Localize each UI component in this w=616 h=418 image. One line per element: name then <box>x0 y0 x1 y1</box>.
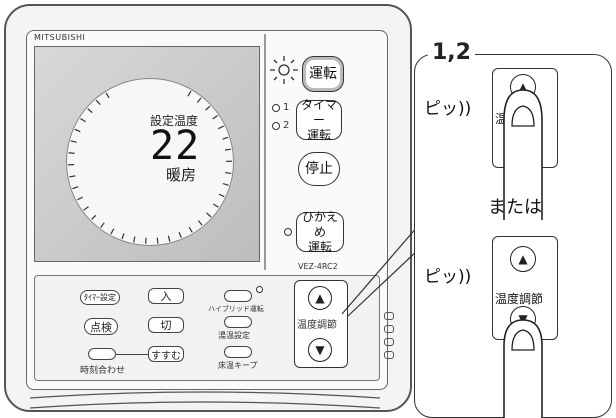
dial-tick <box>205 105 211 111</box>
dial-tick <box>224 148 232 151</box>
dial-tick <box>197 220 203 226</box>
dial-tick <box>187 90 192 97</box>
callout-up-button-2: ▲ <box>510 246 536 272</box>
model-label: VEZ-4RC2 <box>298 262 338 271</box>
stop-button[interactable]: 停止 <box>298 152 340 186</box>
water-temp-button[interactable] <box>224 316 252 328</box>
timer-led-2 <box>272 122 280 130</box>
clock-set-label: 時刻合わせ <box>80 366 126 376</box>
clock-connector-line <box>116 354 148 356</box>
off-button-label: 切 <box>160 319 172 332</box>
dial-tick <box>72 186 79 190</box>
finger-bottom-icon <box>503 319 543 418</box>
dial-tick <box>70 140 77 143</box>
beep-text-top: ピッ)) <box>424 99 472 119</box>
dial-tick <box>105 92 110 99</box>
timer-set-label: ﾀｲﾏｰ設定 <box>84 293 116 302</box>
dial-tick <box>83 206 89 211</box>
run-button[interactable]: 運転 <box>302 56 344 92</box>
dial-tick <box>196 97 202 103</box>
advance-button[interactable]: すすむ <box>148 346 184 362</box>
dial-tick <box>222 183 229 186</box>
dial-tick <box>80 118 86 123</box>
run-button-label: 運転 <box>309 66 337 82</box>
callout-pointer-lines <box>341 225 419 317</box>
callout-up-arrow-icon-2: ▲ <box>518 252 528 266</box>
temp-up-button[interactable]: ▲ <box>308 286 332 310</box>
timer-led-1-label: 1 <box>283 102 290 113</box>
dial-tick <box>121 233 125 240</box>
hybrid-run-label: ハイブリッド運転 <box>208 305 264 313</box>
inspect-button[interactable]: 点検 <box>84 318 118 335</box>
dial-tick <box>69 175 76 178</box>
temp-down-button[interactable]: ▼ <box>308 338 332 362</box>
mode-label: 暖房 <box>166 166 197 184</box>
dial-tick <box>218 125 224 130</box>
eco-led <box>284 228 292 236</box>
timer-run-label-1: タイマー <box>300 97 337 127</box>
dial-tick <box>206 212 212 218</box>
dial-tick <box>76 196 83 201</box>
floor-keep-button[interactable] <box>224 346 252 358</box>
off-button[interactable]: 切 <box>148 317 184 333</box>
dial-tick <box>74 128 81 133</box>
eco-run-label-2: 運転 <box>307 239 332 254</box>
on-button-label: 入 <box>160 290 172 303</box>
or-text: または <box>488 197 542 218</box>
temp-adjust-label: 温度調節 <box>297 320 337 331</box>
sun-indicator-icon <box>270 56 298 84</box>
timer-led-1 <box>272 104 280 112</box>
down-arrow-icon: ▼ <box>315 343 325 357</box>
stop-button-label: 停止 <box>305 161 333 177</box>
timer-set-button[interactable]: ﾀｲﾏｰ設定 <box>80 290 120 305</box>
inspect-button-label: 点検 <box>90 320 112 334</box>
up-arrow-icon: ▲ <box>315 291 325 305</box>
dial-tick <box>178 231 182 238</box>
set-temp-value: 22 <box>150 123 201 169</box>
dial-tick <box>218 193 225 198</box>
dial-tick <box>87 108 93 114</box>
beep-text-bottom: ピッ)) <box>424 267 472 287</box>
dial-tick <box>156 237 159 244</box>
dial-tick <box>188 226 193 233</box>
timer-run-button[interactable]: タイマー 運転 <box>296 97 342 142</box>
timer-run-label-2: 運転 <box>306 127 331 142</box>
timer-led-2-label: 2 <box>283 120 290 131</box>
step-number: 1,2 <box>428 40 475 65</box>
on-button[interactable]: 入 <box>148 288 184 304</box>
callout-key-label-bottom: 温度調節 <box>495 292 544 306</box>
dial-tick <box>68 152 75 154</box>
dial-tick <box>213 203 219 208</box>
advance-button-label: すすむ <box>151 350 181 362</box>
dial-tick <box>225 171 232 175</box>
wall-base-lines <box>29 391 381 409</box>
dial-tick <box>212 115 218 120</box>
dial-tick <box>222 136 229 140</box>
dial-tick <box>100 222 105 228</box>
dial-tick <box>110 228 115 235</box>
water-temp-label: 湯温設定 <box>218 331 250 340</box>
dial-tick <box>133 236 136 243</box>
dial-tick <box>91 214 97 220</box>
eco-run-label-1: ひかえめ <box>301 209 338 239</box>
hybrid-run-button[interactable] <box>224 290 252 302</box>
dial-tick <box>95 99 101 106</box>
brand-label: MITSUBISHI <box>34 33 86 42</box>
hybrid-led <box>256 286 263 293</box>
dial-tick <box>167 235 171 242</box>
floor-keep-label: 床温キープ <box>218 361 258 370</box>
eco-run-button[interactable]: ひかえめ 運転 <box>296 209 344 254</box>
clock-set-button[interactable] <box>88 348 116 360</box>
panel-divider <box>264 34 266 270</box>
